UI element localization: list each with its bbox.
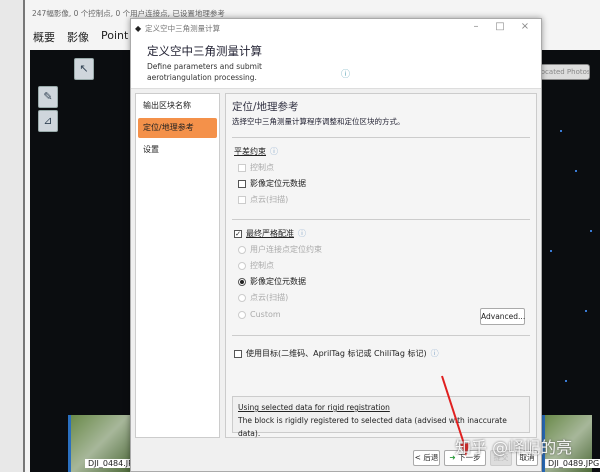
maximize-icon[interactable]: □	[493, 21, 507, 32]
panel-title: 定位/地理参考	[232, 101, 299, 113]
info-icon[interactable]: ⓘ	[270, 146, 278, 157]
radio-user-tie-points[interactable]: 用户连接点定位约束	[238, 244, 322, 255]
header-description: Define parameters and submit aerotriangu…	[147, 62, 262, 82]
info-icon[interactable]: ⓘ	[298, 228, 306, 239]
info-icon[interactable]: ⓘ	[341, 67, 350, 80]
title-bar: ◆ 定义空中三角测量计算 – □ ×	[131, 19, 541, 37]
checkbox-use-targets[interactable]: 使用目标(二维码、AprilTag 标记或 ChiliTag 标记) ⓘ	[234, 348, 439, 359]
step-positioning[interactable]: 定位/地理参考	[138, 118, 217, 138]
panel-subtitle: 选择空中三角测量计算程序调整和定位区块的方式。	[232, 117, 405, 126]
measure-tool-icon[interactable]: ⊿	[38, 110, 58, 132]
registration-note: Using selected data for rigid registrati…	[232, 396, 530, 438]
select-tool-icon[interactable]: ↖	[74, 58, 94, 80]
header-title: 定义空中三角测量计算	[147, 44, 262, 58]
back-button[interactable]: < 后退	[413, 450, 440, 466]
radio-point-clouds[interactable]: 点云(扫描)	[238, 292, 288, 303]
radio-photo-metadata[interactable]: 影像定位元数据	[238, 276, 306, 287]
checkbox-photo-metadata[interactable]: 影像定位元数据	[238, 178, 306, 189]
adjustment-constraints-heading: 平差约束 ⓘ	[234, 146, 278, 157]
app-icon: ◆	[135, 23, 142, 33]
info-icon[interactable]: ⓘ	[431, 348, 439, 359]
watermark: 知乎 @峄屺的亮	[455, 438, 573, 457]
radio-control-points[interactable]: 控制点	[238, 260, 274, 271]
step-settings[interactable]: 设置	[138, 140, 217, 160]
tab-photos[interactable]: 影像	[67, 29, 89, 45]
tab-overview[interactable]: 概要	[33, 29, 55, 45]
located-photos-button[interactable]: Located Photos	[536, 64, 590, 80]
positioning-panel: 定位/地理参考 选择空中三角测量计算程序调整和定位区块的方式。 平差约束 ⓘ 控制…	[225, 93, 537, 438]
dialog-header: 定义空中三角测量计算 Define parameters and submit …	[131, 37, 541, 89]
pencil-tool-icon[interactable]: ✎	[38, 86, 58, 108]
window-title: 定义空中三角测量计算	[145, 23, 221, 33]
checkbox-point-clouds[interactable]: 点云(扫描)	[238, 194, 288, 205]
radio-custom[interactable]: Custom	[238, 310, 281, 319]
checkbox-final-rigid-registration[interactable]: ✓ 最终严格配准 ⓘ	[234, 228, 306, 239]
step-output-block-name[interactable]: 输出区块名称	[138, 96, 217, 116]
advanced-button[interactable]: Advanced...	[480, 308, 525, 325]
app-left-strip	[0, 0, 25, 472]
photo-thumbnail[interactable]: DJI_0484.JPG	[68, 415, 143, 472]
close-icon[interactable]: ×	[518, 21, 532, 32]
checkbox-control-points[interactable]: 控制点	[238, 162, 274, 173]
step-list: 输出区块名称 定位/地理参考 设置	[135, 93, 220, 438]
note-title: Using selected data for rigid registrati…	[238, 403, 390, 412]
aerotriangulation-dialog: ◆ 定义空中三角测量计算 – □ × 定义空中三角测量计算 Define par…	[130, 18, 542, 472]
minimize-icon[interactable]: –	[469, 21, 483, 32]
